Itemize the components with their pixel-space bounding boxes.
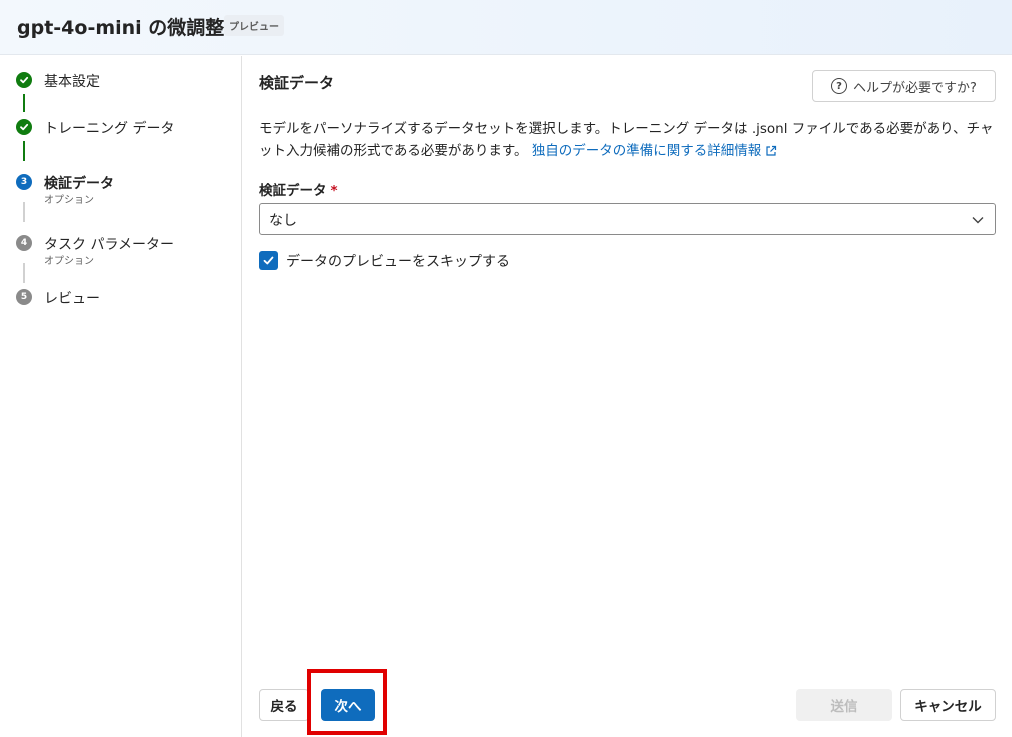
validation-data-label: 検証データ * bbox=[259, 183, 338, 199]
required-marker: * bbox=[330, 183, 338, 199]
step-number-badge: 3 bbox=[16, 174, 32, 190]
step-optional-label: オプション bbox=[44, 195, 94, 206]
section-title: 検証データ bbox=[259, 74, 335, 92]
highlight-annotation bbox=[307, 669, 387, 735]
check-icon bbox=[16, 72, 32, 88]
help-button[interactable]: ? ヘルプが必要ですか? bbox=[812, 70, 996, 102]
skip-preview-label[interactable]: データのプレビューをスキップする bbox=[286, 251, 510, 271]
step-connector bbox=[23, 141, 25, 161]
page-header: gpt-4o-mini の微調整 プレビュー bbox=[0, 0, 1012, 55]
help-button-label: ヘルプが必要ですか? bbox=[853, 80, 977, 96]
step-connector bbox=[23, 263, 25, 283]
step-label: 基本設定 bbox=[44, 74, 100, 90]
check-icon bbox=[16, 119, 32, 135]
step-connector bbox=[23, 94, 25, 112]
learn-more-link[interactable]: 独自のデータの準備に関する詳細情報 bbox=[532, 143, 778, 159]
step-number-badge: 4 bbox=[16, 235, 32, 251]
step-label: タスク パラメーター bbox=[44, 237, 175, 253]
question-icon: ? bbox=[831, 78, 848, 94]
wizard-steps: 基本設定 トレーニング データ 3 検証データ オプション 4 タスク パラメー… bbox=[0, 56, 242, 737]
checkmark-icon bbox=[263, 256, 274, 265]
step-label: 検証データ bbox=[44, 176, 114, 192]
submit-button[interactable]: 送信 bbox=[796, 689, 892, 721]
back-button[interactable]: 戻る bbox=[259, 689, 309, 721]
description: モデルをパーソナライズするデータセットを選択します。トレーニング データは .j… bbox=[259, 118, 996, 162]
validation-data-dropdown[interactable]: なし bbox=[259, 203, 996, 235]
main-content: 検証データ ? ヘルプが必要ですか? モデルをパーソナライズするデータセットを選… bbox=[259, 56, 996, 737]
external-link-icon bbox=[766, 145, 777, 156]
step-connector bbox=[23, 202, 25, 222]
cancel-button[interactable]: キャンセル bbox=[900, 689, 996, 721]
dropdown-value: なし bbox=[269, 213, 297, 229]
step-number-badge: 5 bbox=[16, 289, 32, 305]
step-label: トレーニング データ bbox=[44, 121, 175, 137]
preview-badge: プレビュー bbox=[224, 15, 284, 36]
step-label: レビュー bbox=[44, 291, 100, 307]
step-optional-label: オプション bbox=[44, 256, 94, 267]
page-title: gpt-4o-mini の微調整 bbox=[17, 17, 225, 39]
skip-preview-checkbox[interactable] bbox=[259, 251, 278, 270]
chevron-down-icon bbox=[972, 217, 984, 224]
